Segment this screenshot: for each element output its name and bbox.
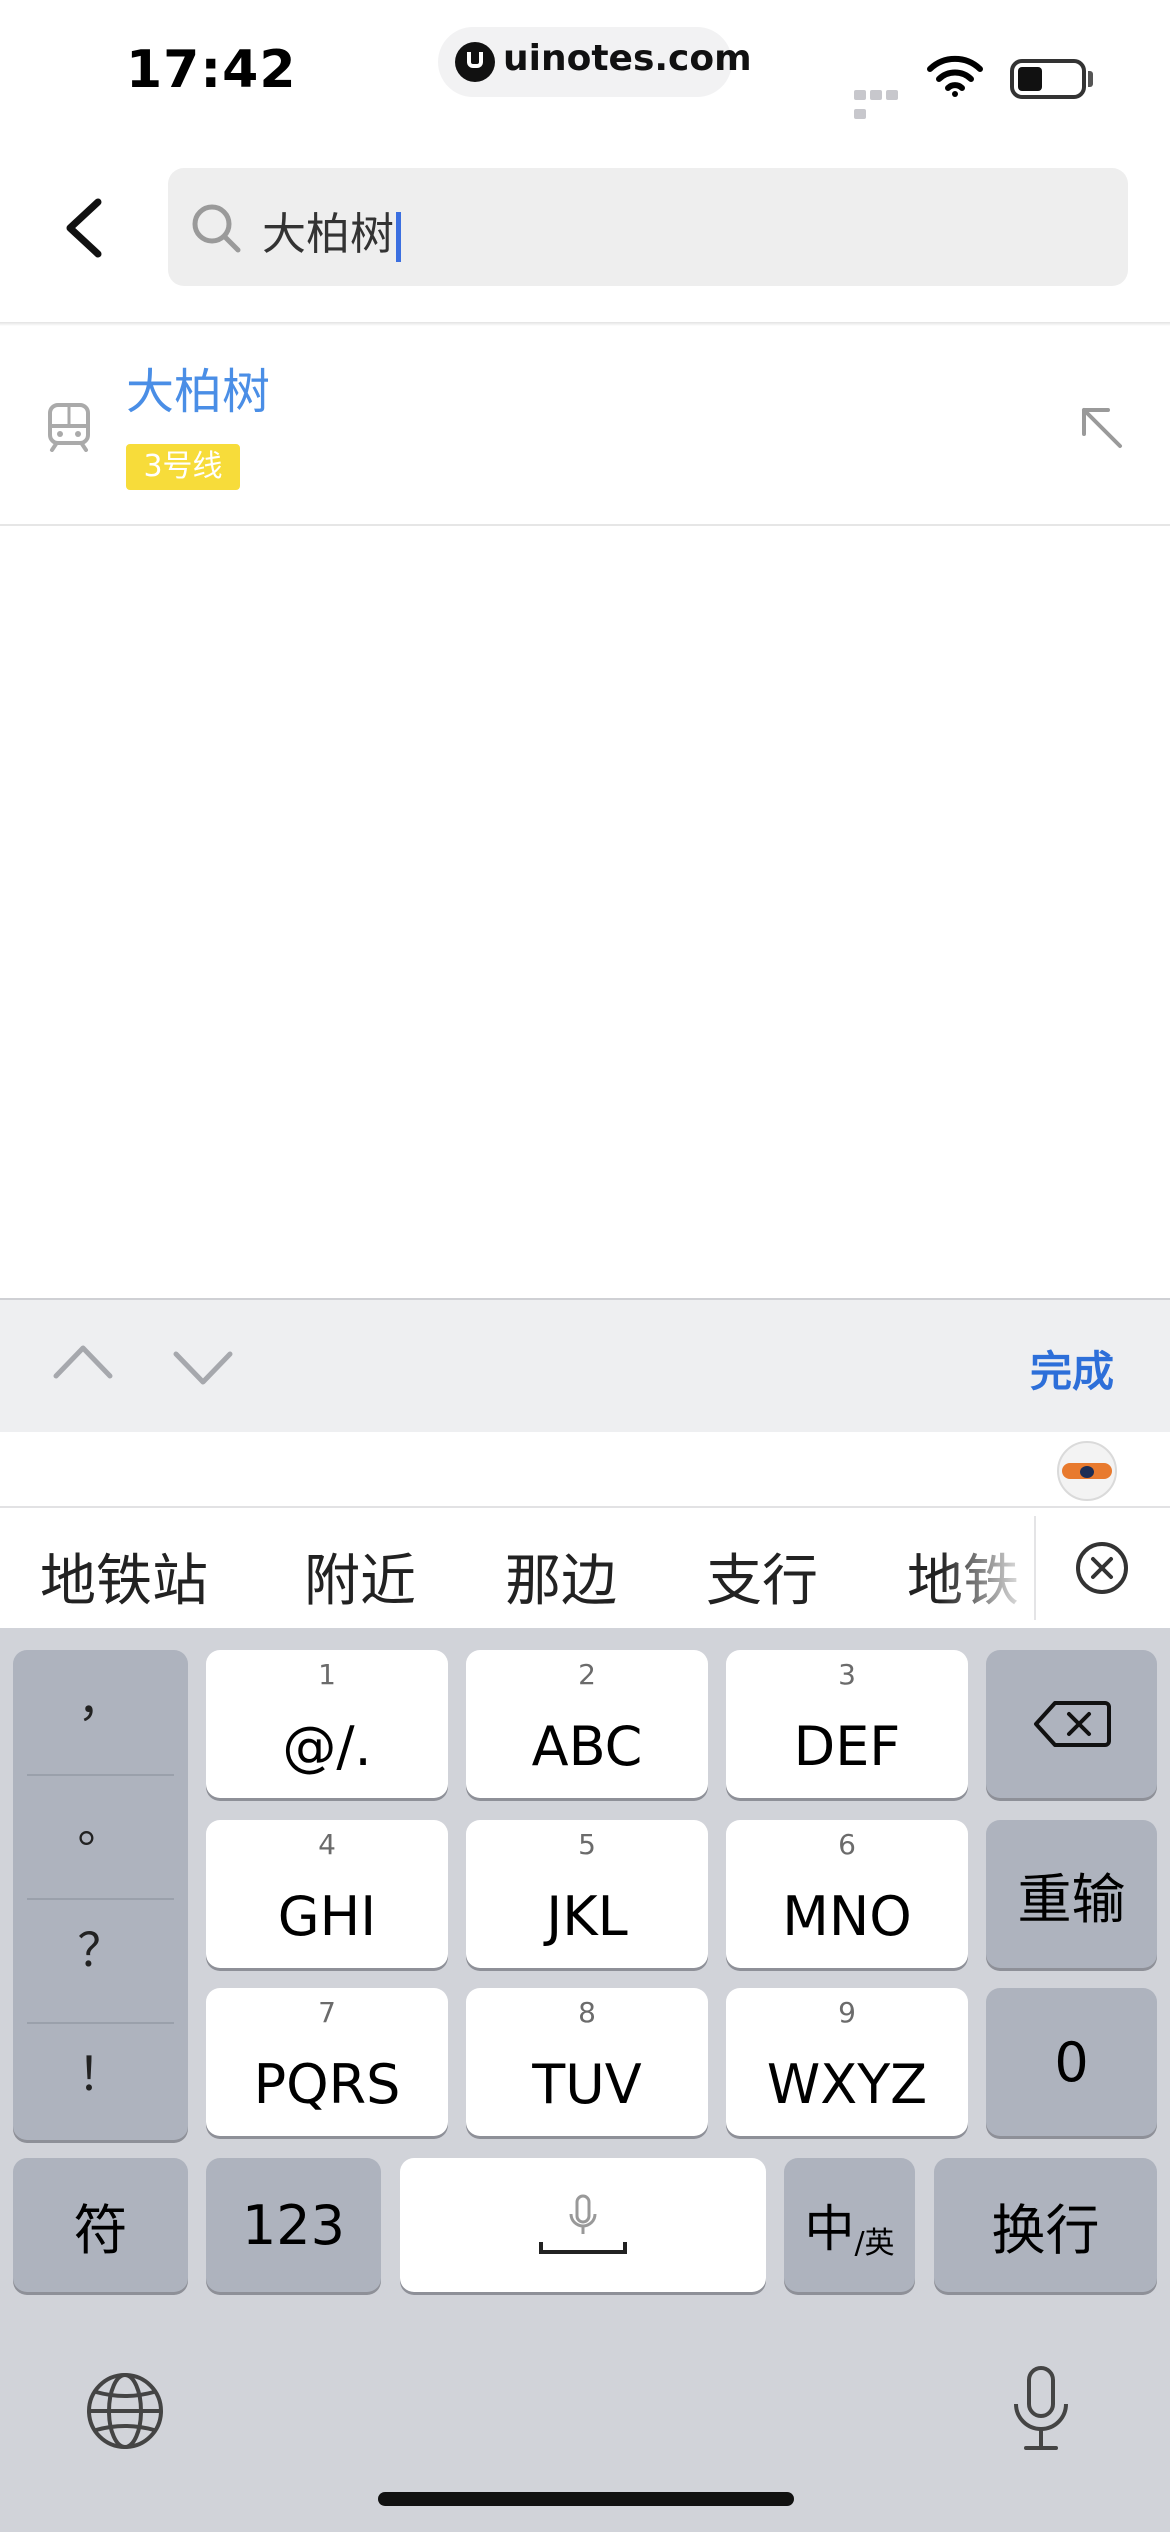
- key-6[interactable]: 6 MNO: [726, 1820, 968, 1968]
- text-caret: [396, 212, 401, 262]
- punct-question-key[interactable]: ？: [13, 1914, 188, 1980]
- status-time: 17:42: [126, 40, 297, 100]
- reset-key[interactable]: 重输: [986, 1820, 1157, 1968]
- close-candidates-icon[interactable]: [1074, 1540, 1130, 1596]
- fill-query-arrow-icon[interactable]: [1078, 404, 1126, 452]
- globe-icon[interactable]: [84, 2370, 166, 2452]
- candidate-word[interactable]: 那边: [505, 1536, 617, 1617]
- backspace-icon: [1033, 1701, 1111, 1747]
- wifi-icon: [927, 55, 983, 97]
- battery-tip: [1088, 71, 1093, 87]
- key-1[interactable]: 1 @/.: [206, 1650, 448, 1798]
- space-mic-icon: [539, 2194, 627, 2254]
- back-arrow-icon[interactable]: [58, 196, 108, 260]
- candidate-separator: [1034, 1516, 1036, 1620]
- next-field-icon[interactable]: [172, 1348, 234, 1388]
- cellular-signal-icon: [854, 85, 916, 119]
- key-3[interactable]: 3 DEF: [726, 1650, 968, 1798]
- punct-comma-key[interactable]: ，: [13, 1664, 188, 1730]
- punct-exclamation-key[interactable]: ！: [13, 2038, 188, 2104]
- search-query-text[interactable]: 大柏树: [262, 198, 401, 262]
- candidate-fade: [940, 1510, 1034, 1626]
- candidate-word[interactable]: 支行: [706, 1536, 818, 1617]
- search-icon: [192, 204, 241, 253]
- space-key[interactable]: [400, 2158, 766, 2292]
- punctuation-column[interactable]: ， 。 ？ ！: [13, 1650, 188, 2140]
- numbers-key[interactable]: 123: [206, 2158, 381, 2292]
- language-switch-key[interactable]: 中/英: [784, 2158, 915, 2292]
- home-indicator: [378, 2492, 794, 2506]
- candidate-word[interactable]: 附近: [304, 1536, 416, 1617]
- return-key[interactable]: 换行: [934, 2158, 1157, 2292]
- key-9[interactable]: 9 WXYZ: [726, 1988, 968, 2136]
- dictation-mic-icon[interactable]: [1006, 2364, 1076, 2454]
- row-divider: [0, 524, 1170, 526]
- line-badge: 3号线: [126, 444, 240, 490]
- result-title[interactable]: 大柏树: [126, 352, 270, 422]
- punct-period-key[interactable]: 。: [13, 1790, 188, 1856]
- url-text: uinotes.com: [503, 38, 752, 79]
- candidate-word[interactable]: 地铁站: [40, 1536, 208, 1617]
- key-2[interactable]: 2 ABC: [466, 1650, 708, 1798]
- key-0[interactable]: 0: [986, 1988, 1157, 2136]
- key-4[interactable]: 4 GHI: [206, 1820, 448, 1968]
- key-8[interactable]: 8 TUV: [466, 1988, 708, 2136]
- key-5[interactable]: 5 JKL: [466, 1820, 708, 1968]
- ime-mascot-eye: [1080, 1466, 1094, 1478]
- ime-toolbar-strip: [0, 1432, 1170, 1508]
- done-button[interactable]: 完成: [1030, 1338, 1114, 1399]
- delete-key[interactable]: [986, 1650, 1157, 1798]
- battery-level-fill: [1018, 67, 1042, 91]
- symbols-key[interactable]: 符: [13, 2158, 188, 2292]
- site-logo-icon: [455, 42, 495, 82]
- key-7[interactable]: 7 PQRS: [206, 1988, 448, 2136]
- previous-field-icon[interactable]: [52, 1342, 114, 1382]
- metro-train-icon: [48, 403, 90, 452]
